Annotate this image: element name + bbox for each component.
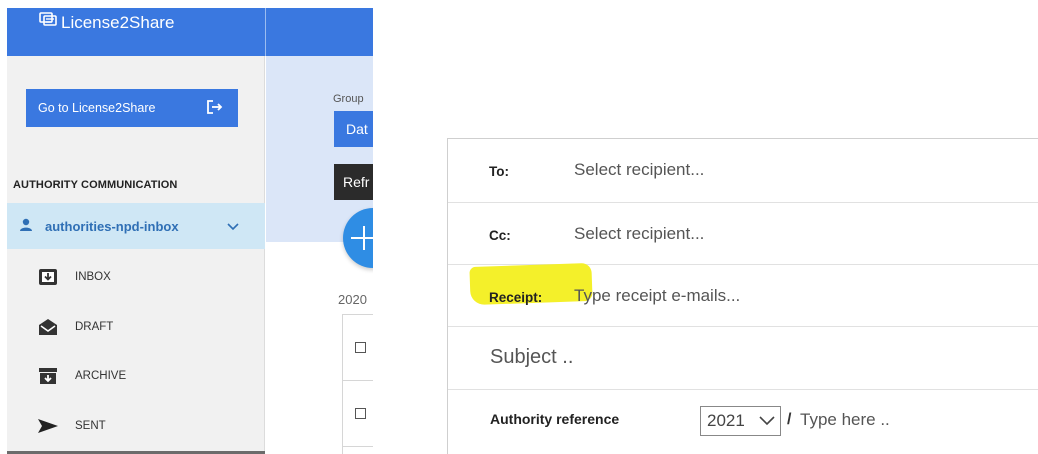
cc-row: Cc: Select recipient... bbox=[448, 203, 1038, 265]
brand-name: License2Share bbox=[61, 12, 175, 32]
left-panel: License2Share Go to License2Share AUTHOR… bbox=[7, 8, 373, 454]
brand-logo[interactable]: License2Share bbox=[39, 12, 174, 33]
sign-out-icon bbox=[206, 99, 224, 118]
group-label: Group bbox=[333, 93, 364, 105]
reference-separator: / bbox=[787, 411, 792, 428]
sidebar-item-label: INBOX bbox=[75, 271, 111, 283]
subject-input[interactable]: Subject .. bbox=[490, 346, 573, 369]
to-row: To: Select recipient... bbox=[448, 139, 1038, 203]
chat-icon bbox=[39, 12, 61, 33]
receipt-row: Receipt: Type receipt e-mails... bbox=[448, 262, 1038, 327]
archive-icon bbox=[37, 367, 59, 385]
cc-recipient-input[interactable]: Select recipient... bbox=[574, 224, 704, 244]
receipt-email-input[interactable]: Type receipt e-mails... bbox=[574, 286, 740, 306]
reference-year-select[interactable]: 2021 bbox=[700, 406, 781, 436]
row-checkbox[interactable] bbox=[355, 342, 366, 353]
go-to-license2share-button[interactable]: Go to License2Share bbox=[26, 89, 238, 127]
row-checkbox[interactable] bbox=[355, 408, 366, 419]
sidebar-item-label: ARCHIVE bbox=[75, 370, 127, 382]
list-item[interactable] bbox=[343, 381, 373, 447]
compose-form: To: Select recipient... Cc: Select recip… bbox=[447, 138, 1038, 454]
authority-reference-input[interactable]: Type here .. bbox=[800, 410, 890, 430]
sidebar-item-draft[interactable]: DRAFT bbox=[37, 318, 113, 336]
topbar-divider bbox=[265, 8, 266, 56]
sidebar-item-archive[interactable]: ARCHIVE bbox=[37, 367, 126, 385]
mailbox-selector[interactable]: authorities-npd-inbox bbox=[7, 203, 265, 249]
subject-row: Subject .. bbox=[448, 327, 1038, 390]
sidebar: Go to License2Share AUTHORITY COMMUNICAT… bbox=[7, 56, 265, 454]
draft-icon bbox=[37, 318, 59, 336]
message-list bbox=[342, 314, 373, 454]
sidebar-item-sent[interactable]: SENT bbox=[37, 417, 106, 435]
sent-icon bbox=[37, 417, 59, 435]
inbox-icon bbox=[37, 268, 59, 286]
authority-reference-label: Authority reference bbox=[490, 411, 620, 427]
to-label: To: bbox=[489, 164, 509, 179]
chevron-down-icon bbox=[227, 219, 239, 234]
to-recipient-input[interactable]: Select recipient... bbox=[574, 160, 704, 180]
user-icon bbox=[19, 218, 33, 235]
sidebar-item-label: SENT bbox=[75, 420, 106, 432]
group-select-button[interactable]: Dat bbox=[334, 111, 373, 147]
section-title: AUTHORITY COMMUNICATION bbox=[13, 179, 178, 191]
go-button-label: Go to License2Share bbox=[38, 101, 156, 115]
list-item[interactable] bbox=[343, 315, 373, 381]
receipt-label: Receipt: bbox=[489, 290, 543, 305]
top-bar: License2Share bbox=[7, 8, 373, 56]
sidebar-item-label: DRAFT bbox=[75, 321, 114, 333]
year-label: 2020 bbox=[338, 292, 367, 307]
sidebar-item-inbox[interactable]: INBOX bbox=[37, 268, 111, 286]
reference-year-value: 2021 bbox=[707, 411, 745, 430]
mailbox-name: authorities-npd-inbox bbox=[45, 218, 179, 234]
cc-label: Cc: bbox=[489, 228, 511, 243]
main-area: Group Dat Refr 2020 bbox=[266, 56, 373, 454]
refresh-button[interactable]: Refr bbox=[334, 164, 373, 200]
authority-reference-row: Authority reference 2021 / Type here .. bbox=[448, 390, 1038, 454]
